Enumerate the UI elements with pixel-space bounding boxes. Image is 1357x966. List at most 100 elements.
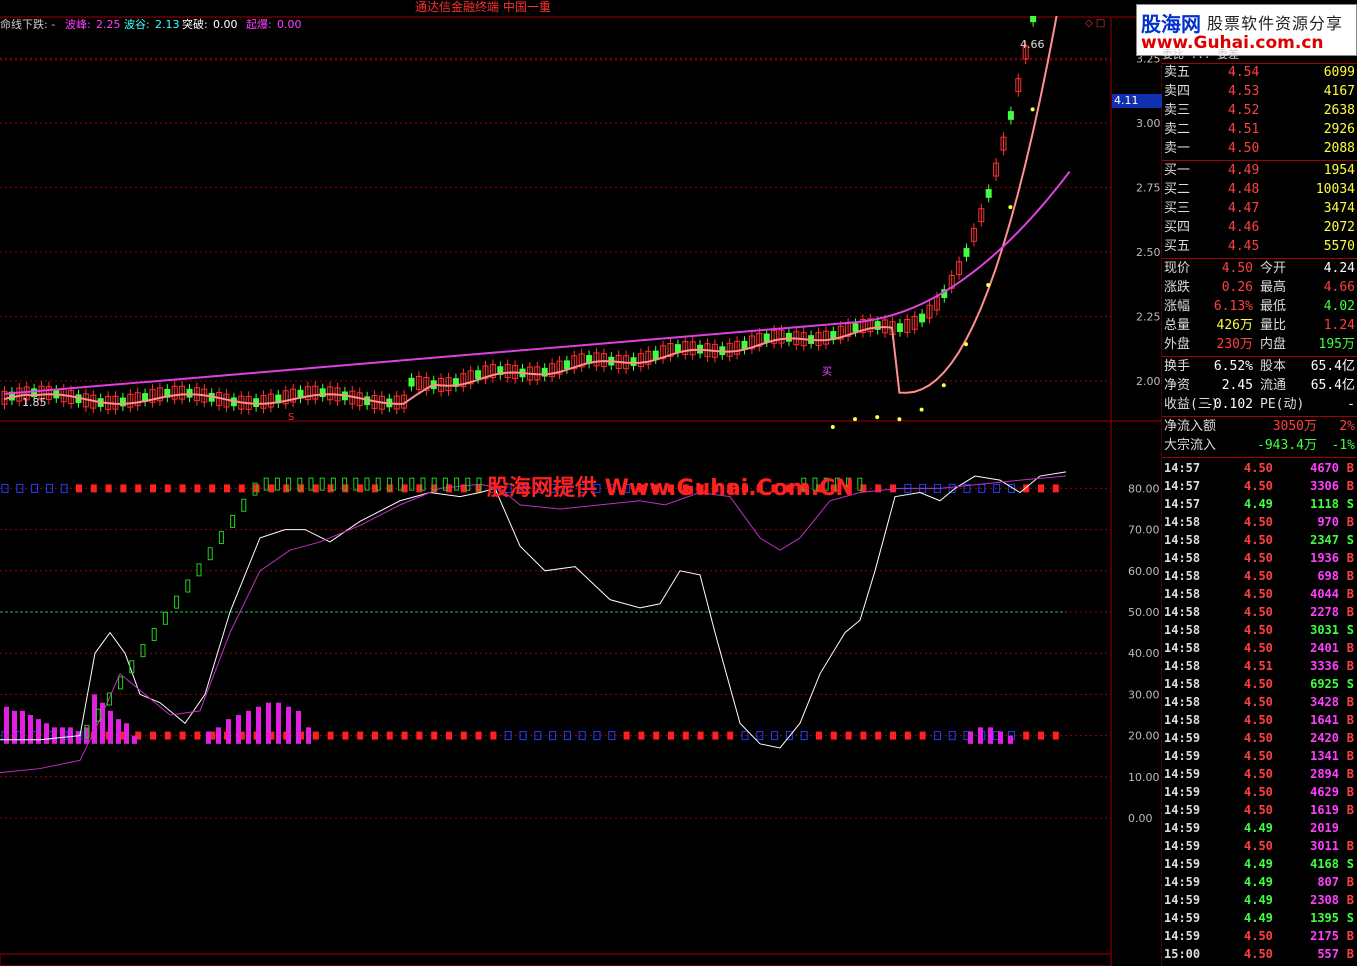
burst-value: 0.00 (277, 18, 302, 31)
band-marker-20 (475, 731, 482, 740)
stat-value: 426万 (1216, 318, 1253, 333)
ma-long-line (3, 171, 1071, 395)
buy-row[interactable]: 买一 4.49 1954 (1162, 162, 1357, 180)
buy-volume: 5570 (1323, 239, 1355, 254)
tick-row: 14:59 4.49 807 B (1162, 873, 1357, 891)
band-marker-20 (682, 731, 689, 740)
histogram-bar (236, 715, 241, 744)
support-dot (919, 407, 924, 412)
band-marker-20 (638, 731, 645, 740)
tick-volume: 2278 (1310, 605, 1339, 619)
tick-row: 14:59 4.50 1619 B (1162, 801, 1357, 819)
band-marker-80 (298, 484, 304, 493)
histogram-bar (978, 727, 983, 744)
tick-volume: 807 (1317, 875, 1339, 889)
histogram-bar (266, 702, 271, 744)
tick-side: B (1346, 947, 1354, 961)
stat-row: 现价 4.50 今开 4.24 (1162, 260, 1357, 278)
time-axis (0, 953, 1112, 966)
support-dot (1008, 205, 1013, 210)
band-marker-20 (653, 731, 660, 740)
band-marker-20 (416, 731, 423, 740)
tick-time: 14:58 (1164, 623, 1201, 637)
band-marker-80 (135, 484, 142, 493)
tick-row: 15:00 4.50 557 B (1162, 945, 1357, 963)
tick-time: 14:59 (1164, 857, 1201, 871)
tick-price: 4.50 (1244, 749, 1273, 763)
histogram-bar (226, 719, 231, 744)
stat-row: 涨跌 0.26 最高 4.66 (1162, 279, 1357, 297)
band-marker-80 (179, 484, 186, 493)
sell-row[interactable]: 卖二 4.51 2926 (1162, 121, 1357, 139)
sell-row[interactable]: 卖一 4.50 2088 (1162, 140, 1357, 158)
quote-separator (1162, 160, 1357, 161)
tick-side: B (1346, 695, 1354, 709)
sell-label: 卖三 (1164, 103, 1191, 118)
tick-volume: 3306 (1310, 479, 1339, 493)
sell-row[interactable]: 卖四 4.53 4167 (1162, 83, 1357, 101)
histogram-bar (4, 706, 9, 744)
band-marker-20 (312, 731, 319, 740)
trough-label: 波谷: (124, 18, 150, 31)
tick-side: S (1346, 911, 1354, 925)
tick-row: 14:58 4.50 3031 S (1162, 621, 1357, 639)
break-value: 0.00 (213, 18, 238, 31)
tick-side: B (1346, 893, 1354, 907)
buy-row[interactable]: 买五 4.45 5570 (1162, 238, 1357, 256)
tick-time: 14:58 (1164, 677, 1201, 691)
band-marker-80 (150, 484, 156, 493)
stat-label: 涨幅 (1164, 299, 1191, 314)
band-marker-20 (431, 731, 438, 740)
tick-volume: 698 (1317, 569, 1339, 583)
buy-volume: 3474 (1323, 201, 1355, 216)
tick-price: 4.50 (1244, 947, 1273, 961)
tick-side: B (1346, 713, 1354, 727)
stat-value: 1.24 (1323, 318, 1355, 333)
tick-side: B (1346, 929, 1354, 943)
band-marker-20 (830, 731, 837, 740)
buy-row[interactable]: 买二 4.48 10034 (1162, 181, 1357, 199)
tick-volume: 2347 (1310, 533, 1339, 547)
band-marker-80 (312, 484, 319, 493)
band-marker-80 (90, 484, 97, 493)
sub-axis-label: 70.00 (1128, 524, 1160, 537)
band-marker-20 (919, 731, 926, 740)
tick-row: 14:59 4.49 4168 S (1162, 855, 1357, 873)
band-marker-80 (1038, 484, 1044, 493)
buy-row[interactable]: 买四 4.46 2072 (1162, 219, 1357, 237)
sell-volume: 2926 (1323, 122, 1355, 137)
candle-body (896, 323, 903, 333)
tick-side: S (1346, 533, 1354, 547)
sub-axis-label: 0.00 (1128, 812, 1153, 825)
stat-label: 最低 (1260, 299, 1287, 314)
sell-row[interactable]: 卖五 4.54 6099 (1162, 64, 1357, 82)
quote-separator (1162, 356, 1357, 357)
buy-label: 买四 (1164, 220, 1191, 235)
tick-volume: 4168 (1310, 857, 1339, 871)
tick-side: B (1346, 551, 1354, 565)
histogram-bar (108, 710, 113, 744)
tick-price: 4.49 (1244, 893, 1273, 907)
stat-label: 总量 (1164, 318, 1191, 333)
candle-body (253, 398, 260, 408)
histogram-bar (132, 735, 137, 744)
candle-body (1007, 111, 1014, 120)
tick-price: 4.49 (1244, 911, 1273, 925)
tick-side: B (1346, 641, 1354, 655)
sell-price: 4.53 (1228, 84, 1260, 99)
tick-row: 14:58 4.50 2278 B (1162, 603, 1357, 621)
tick-row: 14:58 4.50 2401 B (1162, 639, 1357, 657)
buy-row[interactable]: 买三 4.47 3474 (1162, 200, 1357, 218)
app-title: 通达信金融终端 中国一重 (415, 0, 551, 14)
band-marker-80 (120, 484, 127, 493)
tick-row: 14:58 4.50 698 B (1162, 567, 1357, 585)
tick-row: 14:58 4.51 3336 B (1162, 657, 1357, 675)
sell-row[interactable]: 卖三 4.52 2638 (1162, 102, 1357, 120)
tick-row: 14:59 4.49 2308 B (1162, 891, 1357, 909)
quote-separator (1162, 416, 1357, 417)
candle-body (985, 189, 992, 198)
buy-price: 4.49 (1228, 163, 1260, 178)
stat-row: 涨幅 6.13% 最低 4.02 (1162, 298, 1357, 316)
stat-label: 外盘 (1164, 337, 1191, 352)
sub-axis-label: 50.00 (1128, 606, 1160, 619)
